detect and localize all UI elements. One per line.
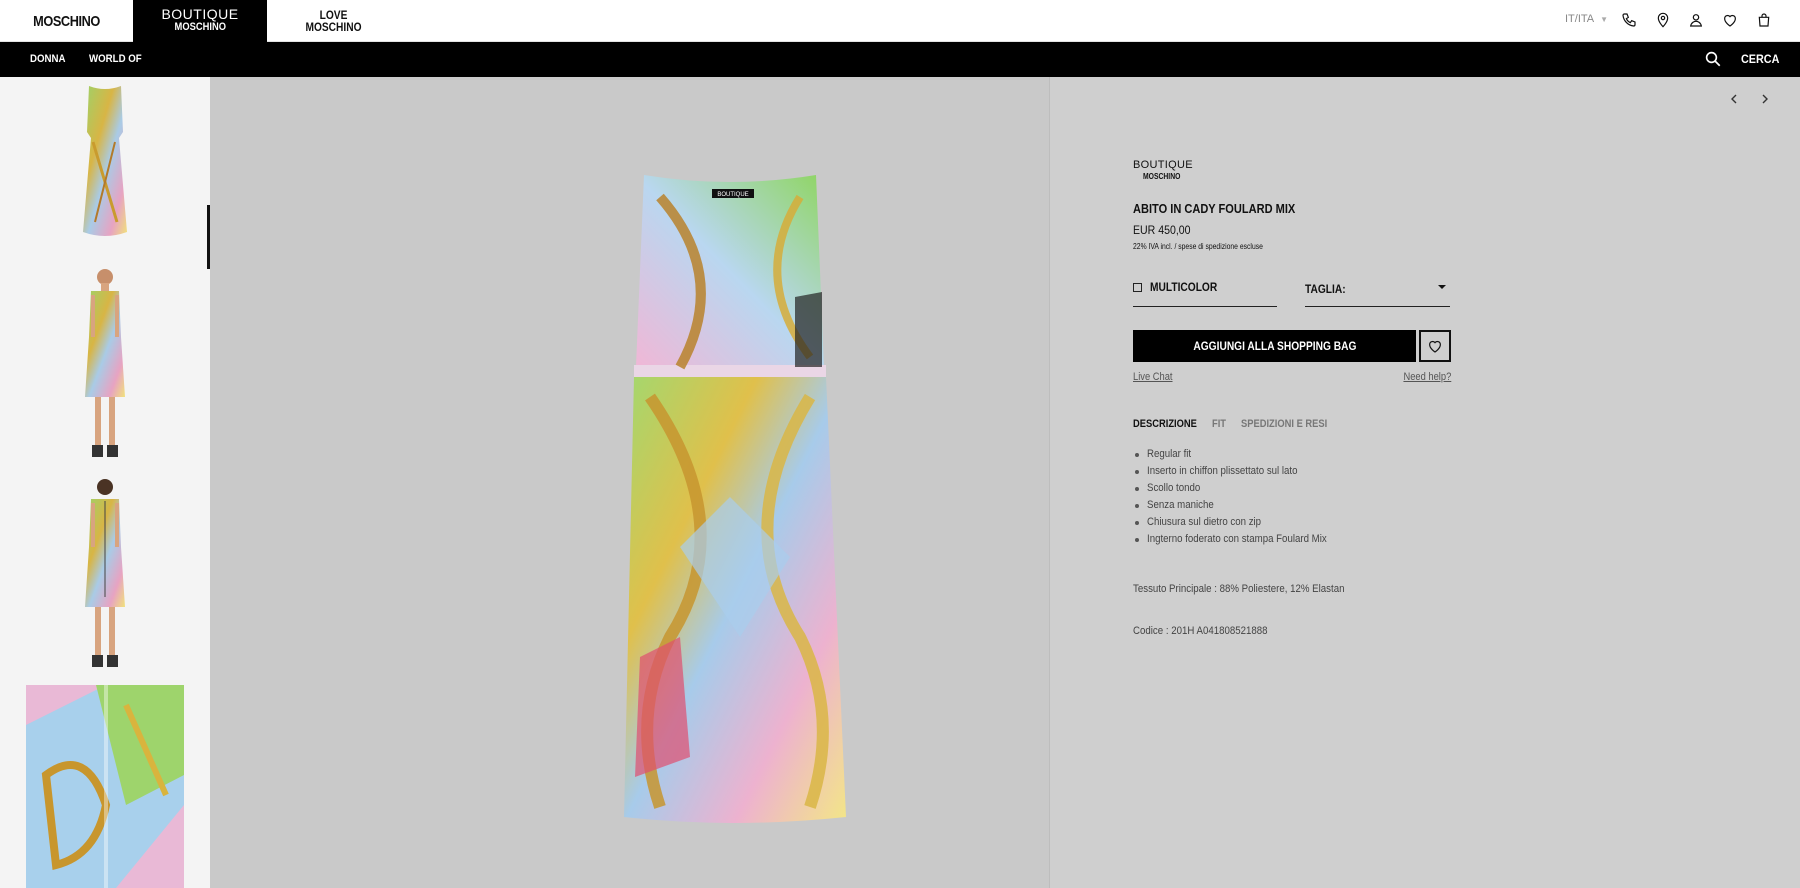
brand-line: MOSCHINO	[305, 20, 362, 34]
list-item: Inserto in chiffon plissettato sul lato	[1133, 463, 1351, 480]
product-title: ABITO IN CADY FOULARD MIX	[1133, 201, 1296, 216]
tax-note: 22% IVA incl. / spese di spedizione escl…	[1133, 242, 1263, 251]
brand-line: MOSCHINO	[174, 21, 226, 33]
nav-item-donna[interactable]: DONNA	[30, 42, 66, 77]
add-to-bag-label: AGGIUNGI ALLA SHOPPING BAG	[1192, 339, 1357, 353]
list-item: Chiusura sul dietro con zip	[1133, 514, 1351, 531]
add-to-bag-button[interactable]: AGGIUNGI ALLA SHOPPING BAG	[1133, 330, 1416, 362]
heart-icon	[1429, 340, 1441, 353]
color-swatch-checkbox[interactable]	[1133, 283, 1142, 292]
color-label: MULTICOLOR	[1150, 280, 1218, 294]
product-code: Codice : 201H A041808521888	[1133, 625, 1268, 637]
live-chat-link[interactable]: Live Chat	[1133, 371, 1173, 383]
thumbnail-model-front[interactable]	[0, 267, 210, 467]
search-button[interactable]: CERCA	[1741, 42, 1779, 77]
caret-down-icon: ▼	[1600, 14, 1609, 24]
tab-descrizione[interactable]: DESCRIZIONE	[1133, 418, 1197, 430]
moschino-brand-link[interactable]: MOSCHINO	[10, 0, 123, 42]
thumbnail-fabric-detail[interactable]	[0, 685, 210, 888]
add-to-wishlist-button[interactable]	[1419, 330, 1451, 362]
dress-label-text: BOUTIQUE	[717, 192, 748, 198]
brand-line: BOUTIQUE	[1133, 159, 1193, 171]
phone-icon[interactable]	[1618, 9, 1640, 31]
shopping-bag-icon[interactable]	[1753, 9, 1775, 31]
brand-line: BOUTIQUE	[161, 6, 239, 22]
product-price: EUR 450,00	[1133, 223, 1191, 237]
top-header: MOSCHINO BOUTIQUE MOSCHINO LOVE MOSCHINO…	[0, 0, 1800, 42]
brand-line: MOSCHINO	[1143, 172, 1181, 181]
love-moschino-brand-link[interactable]: LOVE MOSCHINO	[277, 0, 390, 42]
list-item: Scollo tondo	[1133, 480, 1351, 497]
main-product-image[interactable]: BOUTIQUE	[210, 77, 1050, 888]
language-label: IT/ITA	[1565, 13, 1595, 25]
product-brand-logo: BOUTIQUE MOSCHINO	[1133, 160, 1193, 182]
size-label: TAGLIA:	[1305, 282, 1346, 296]
language-selector[interactable]: IT/ITA ▼	[1565, 13, 1608, 25]
caret-down-icon	[1438, 285, 1446, 289]
thumbnail-dress-front[interactable]	[0, 82, 210, 282]
list-item: Ingterno foderato con stampa Foulard Mix	[1133, 531, 1351, 548]
size-dropdown[interactable]: TAGLIA:	[1305, 280, 1450, 307]
fabric-composition: Tessuto Principale : 88% Poliestere, 12%…	[1133, 583, 1345, 595]
search-icon[interactable]	[1704, 50, 1724, 70]
product-details-panel: BOUTIQUE MOSCHINO ABITO IN CADY FOULARD …	[1050, 77, 1800, 888]
product-info-tabs: DESCRIZIONE FIT SPEDIZIONI E RESI	[1133, 414, 1342, 432]
chevron-right-icon[interactable]	[1756, 90, 1774, 108]
nav-item-world-of[interactable]: WORLD OF	[89, 42, 142, 77]
wishlist-heart-icon[interactable]	[1719, 9, 1741, 31]
boutique-moschino-brand-link[interactable]: BOUTIQUE MOSCHINO	[133, 0, 267, 42]
description-list: Regular fit Inserto in chiffon plissetta…	[1133, 446, 1351, 548]
tab-fit[interactable]: FIT	[1212, 418, 1226, 430]
list-item: Senza maniche	[1133, 497, 1351, 514]
tab-spedizioni-e-resi[interactable]: SPEDIZIONI E RESI	[1241, 418, 1327, 430]
list-item: Regular fit	[1133, 446, 1351, 463]
thumbnail-model-back[interactable]	[0, 477, 210, 677]
need-help-link[interactable]: Need help?	[1403, 371, 1451, 383]
chevron-left-icon[interactable]	[1725, 90, 1743, 108]
color-selector[interactable]: MULTICOLOR	[1133, 280, 1277, 307]
thumbnail-gallery	[0, 77, 210, 888]
main-nav: DONNA WORLD OF CERCA	[0, 42, 1800, 77]
location-pin-icon[interactable]	[1652, 9, 1674, 31]
account-icon[interactable]	[1685, 9, 1707, 31]
